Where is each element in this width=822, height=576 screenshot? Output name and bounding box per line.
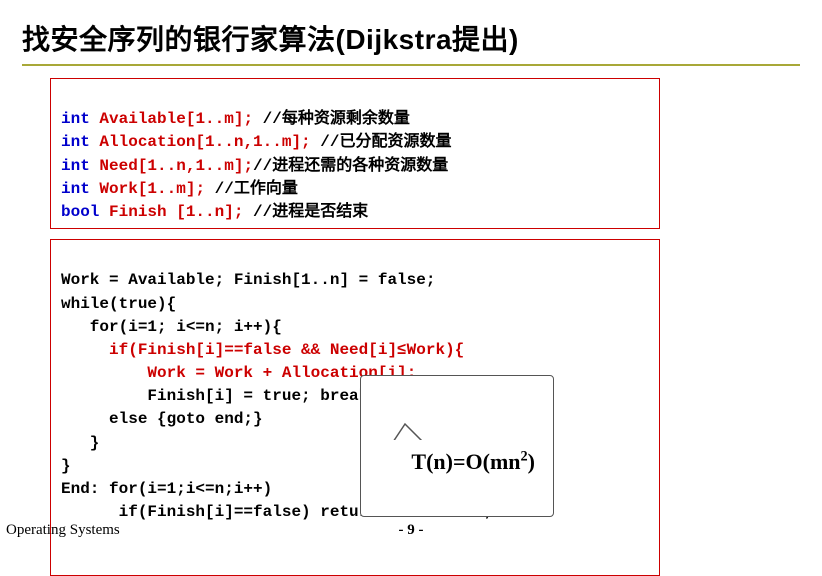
code-line: } — [61, 434, 99, 452]
arr-allocation: Allocation[1..n,1..m]; — [99, 133, 310, 151]
cmt-finish: //进程是否结束 — [243, 203, 368, 221]
code-line: for(i=1; i<=n; i++){ — [61, 318, 282, 336]
code-line: } — [61, 457, 71, 475]
code-line: while(true){ — [61, 295, 176, 313]
title-rule — [22, 64, 800, 66]
cmt-need: //进程还需的各种资源数量 — [253, 157, 448, 175]
cmt-allocation: //已分配资源数量 — [311, 133, 452, 151]
complexity-exp: 2 — [521, 449, 528, 465]
footer-course: Operating Systems — [0, 522, 120, 539]
kw-bool: bool — [61, 203, 99, 221]
cmt-work: //工作向量 — [205, 180, 298, 198]
arr-need: Need[1..n,1..m]; — [99, 157, 253, 175]
code-line: End: for(i=1;i<=n;i++) — [61, 480, 272, 498]
slide-footer: Operating Systems - 9 - — [0, 522, 822, 539]
code-line: Work = Available; Finish[1..n] = false; — [61, 271, 435, 289]
footer-page-number: - 9 - — [399, 522, 424, 539]
cmt-available: //每种资源剩余数量 — [253, 110, 410, 128]
slide-title: 找安全序列的银行家算法(Dijkstra提出) — [22, 18, 800, 58]
arr-available: Available[1..m]; — [99, 110, 253, 128]
complexity-callout: T(n)=O(mn2) — [360, 375, 554, 517]
complexity-suffix: ) — [528, 449, 535, 474]
code-line-highlight: if(Finish[i]==false && Need[i]≤Work){ — [61, 341, 464, 359]
kw-int: int — [61, 180, 90, 198]
kw-int: int — [61, 133, 90, 151]
code-line: Finish[i] = true; break;} — [61, 387, 387, 405]
kw-int: int — [61, 110, 90, 128]
complexity-text: T(n)=O(mn — [411, 449, 520, 474]
arr-finish: Finish [1..n]; — [109, 203, 243, 221]
kw-int: int — [61, 157, 90, 175]
declarations-box: int Available[1..m]; //每种资源剩余数量 int Allo… — [50, 78, 660, 229]
code-line: else {goto end;} — [61, 410, 263, 428]
arr-work: Work[1..m]; — [99, 180, 205, 198]
